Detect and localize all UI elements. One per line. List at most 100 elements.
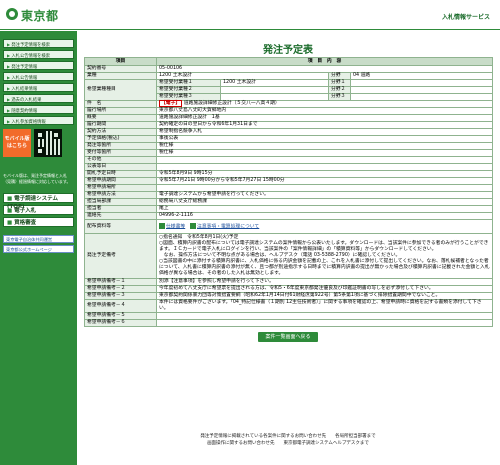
cell-label: 希望申請備考－４ — [84, 299, 157, 313]
cell-value — [155, 319, 494, 327]
cell-label: 開札予定日時 — [84, 170, 157, 178]
cell-value: 東京都契約関係暴力団等対策措置要綱（昭和62年1月14日付61財経庶第922号）… — [155, 292, 494, 300]
table-row: 希望申請備考－５ — [84, 312, 494, 320]
cell-value: 仕様書等 注意事項・電算処理について — [155, 219, 494, 234]
cell-label: 希望申請方法 — [84, 191, 157, 199]
sidebar-item-result[interactable]: 入札結果情報 — [3, 83, 74, 92]
main-content: 発注予定表 項目 項 目 内 容 契約番号 05-00106 業種 1200 土木設… — [84, 31, 494, 342]
sidebar-item-private-contract[interactable]: 随意契約情報 — [3, 105, 74, 114]
cell-value: 1200 土木設計 — [156, 72, 329, 80]
cell-value — [155, 156, 494, 164]
cell-label: 業種 — [84, 72, 157, 80]
table-row: 希望申請備考－１ 別添【注意事項】を参照し希望申請を行って下さい。 — [84, 278, 494, 286]
cell-label: 希望申請備考－６ — [84, 319, 157, 327]
cell-value: 税仕様 — [155, 149, 494, 157]
attachment-icon — [159, 222, 165, 229]
cell-value: 05-00106 — [155, 65, 494, 73]
cell-label: 履行期間 — [84, 121, 157, 129]
sidebar-item-qualification[interactable]: 入札参加資格情報 — [3, 116, 74, 125]
cell-label: 発注等箇所 — [84, 142, 157, 150]
table-row: 受付等箇所 税仕様 — [84, 149, 494, 157]
cell-value: 今年度初めて八丈支庁に希望票を提出される方は、令和5・6年度東京都発注優良及び印… — [155, 285, 494, 293]
cell-value: 税仕様 — [155, 142, 494, 150]
sidebar-item-search-order[interactable]: 発注予定情報を検索 — [3, 39, 74, 48]
electronic-tag: 【電子】 — [159, 100, 183, 107]
cell-label: 分野２ — [328, 86, 351, 94]
sidebar-section-1 — [0, 33, 77, 37]
cell-label: 契約番号 — [84, 65, 157, 73]
cell-value: 希望制指名競争入札 — [155, 128, 494, 136]
cell-label: 希望申請備考－１ — [84, 278, 157, 286]
link-e-government[interactable]: 東京電子自治体共同運営 — [3, 235, 74, 243]
link-qualification-review[interactable]: 資格審査 — [3, 217, 74, 227]
cell-value: ○指名通知 令和5年8月1日(火)予定 ○図面、積算内訳書の配布については電子調… — [155, 233, 494, 279]
table-row: 希望申請備考－４ 本件には資格要件がございます。「04_特記仕様書（１期別 12主… — [84, 299, 494, 313]
attachment-icon — [190, 222, 197, 229]
back-to-list-button[interactable]: 案件一覧画面へ戻る — [258, 332, 318, 342]
cell-label: 公表等日 — [84, 163, 157, 171]
link-e-procurement-top[interactable]: 電子調達システム(TOP) — [3, 193, 74, 210]
cell-label: 希望申請備考－５ — [84, 312, 157, 320]
cell-value — [155, 312, 494, 320]
sidebar-item-order-plan[interactable]: 発注予定情報 — [3, 61, 74, 70]
cell-value — [220, 93, 329, 101]
cell-value: 契約確定の日の翌日から令和6年1月31日まで — [155, 121, 494, 129]
table-row: 希望申請場所 — [84, 184, 494, 192]
cell-value: 【電子】 道路施設詳細修正設計（５交八一八高４期） — [155, 100, 494, 108]
cell-label: 希望申請備考－３ — [84, 292, 157, 300]
doc-link-notes[interactable]: 注意事項・電算処理について — [197, 224, 259, 229]
sidebar-item-notice[interactable]: 入札公告情報 — [3, 72, 74, 81]
table-row: 公表等日 — [84, 163, 494, 171]
mobile-button[interactable]: モバイル版はこちら — [3, 129, 31, 157]
header-item: 項目 — [84, 57, 157, 66]
cell-label: 受付等箇所 — [84, 149, 157, 157]
doc-link-spec[interactable]: 仕様書等 — [166, 224, 185, 229]
cell-label: 希望業種種目 — [84, 79, 157, 101]
mobile-note: モバイル版は、発注予定情報と入札（見積）経過情報に対応しています。 — [3, 173, 71, 184]
link-e-bidding[interactable]: 電子入札 — [3, 205, 74, 215]
table-row: 発注予定備考 ○指名通知 令和5年8月1日(火)予定 ○図面、積算内訳書の配布につ… — [84, 233, 494, 279]
table-row: 件 名【電子】 道路施設詳細修正設計（５交八一八高４期） — [84, 100, 494, 108]
footer-line-2: 画面操作に関するお問い合わせ先 東京都電子調達システムヘルプデスクまで — [207, 441, 369, 446]
cell-value: 電子調達システムから希望申請を行ってください。 — [155, 191, 494, 199]
cell-label: 分野３ — [328, 93, 351, 101]
cell-value: 04 道路 — [349, 72, 494, 80]
table-row: 希望申請備考－３ 東京都契約関係暴力団等対策措置要綱（昭和62年1月14日付61財… — [84, 292, 494, 300]
cell-label: 希望受付業種１ — [156, 79, 221, 87]
cell-value: 道路施設詳細修正設計 1基 — [155, 114, 494, 122]
cell-label: 概要 — [84, 114, 157, 122]
cell-label: 予定価格(税込) — [84, 135, 157, 143]
tokyo-logo-icon[interactable] — [6, 8, 18, 20]
cell-label: 契約方法 — [84, 128, 157, 136]
cell-label: 履行場所 — [84, 107, 157, 115]
table-row: 配布資料等 仕様書等 注意事項・電算処理について — [84, 219, 494, 234]
link-tokyo-official[interactable]: 東京都公式ホームページ — [3, 245, 74, 253]
footer-line-1: 発注予定情報に掲載されている各案件に関するお問い合わせ先 各局所担当部署まで — [200, 434, 376, 439]
cell-label: 配布資料等 — [84, 219, 157, 234]
table-row: 希望申請期間 令和5年7月21日 9時00分から令和5年7月27日 15時00分 — [84, 177, 494, 185]
qr-code-icon — [34, 129, 62, 157]
cell-value — [220, 86, 329, 94]
cell-value: 事後公表 — [155, 135, 494, 143]
sidebar-item-past-result[interactable]: 過去の入札結果 — [3, 94, 74, 103]
table-row: 希望申請備考－２ 今年度初めて八丈支庁に希望票を提出される方は、令和5・6年度東京… — [84, 285, 494, 293]
footer: 発注予定情報に掲載されている各案件に関するお問い合わせ先 各局所担当部署まで 画… — [84, 433, 492, 447]
sidebar: 発注予定情報を検索 入札公告情報を検索 発注予定情報 入札公告情報 入札結果情報… — [0, 31, 77, 465]
table-row: 希望申請方法 電子調達システムから希望申請を行ってください。 — [84, 191, 494, 199]
cell-label: 担当者 — [84, 205, 157, 213]
header-content: 項 目 内 容 — [155, 57, 494, 66]
cell-label: 希望申請備考－２ — [84, 285, 157, 293]
cell-value — [349, 93, 494, 101]
sidebar-item-search-notice[interactable]: 入札公告情報を検索 — [3, 50, 74, 59]
logo-text[interactable]: 東京都 — [21, 7, 59, 24]
cell-label: 発注予定備考 — [84, 233, 157, 279]
cell-value: 令和5年8月9日 9時15分 — [155, 170, 494, 178]
table-row: 希望業種種目 希望受付業種１ 1200 土木設計 分野１ — [84, 79, 494, 101]
table-row: 希望申請備考－６ — [84, 319, 494, 327]
cell-label: 分野１ — [328, 79, 351, 87]
cell-value: 別添【注意事項】を参照し希望申請を行って下さい。 — [155, 278, 494, 286]
mobile-box: モバイル版はこちら — [3, 129, 74, 169]
cell-value: 尾上 — [155, 205, 494, 213]
cell-label: 担当局部課 — [84, 198, 157, 206]
cell-label: その他 — [84, 156, 157, 164]
